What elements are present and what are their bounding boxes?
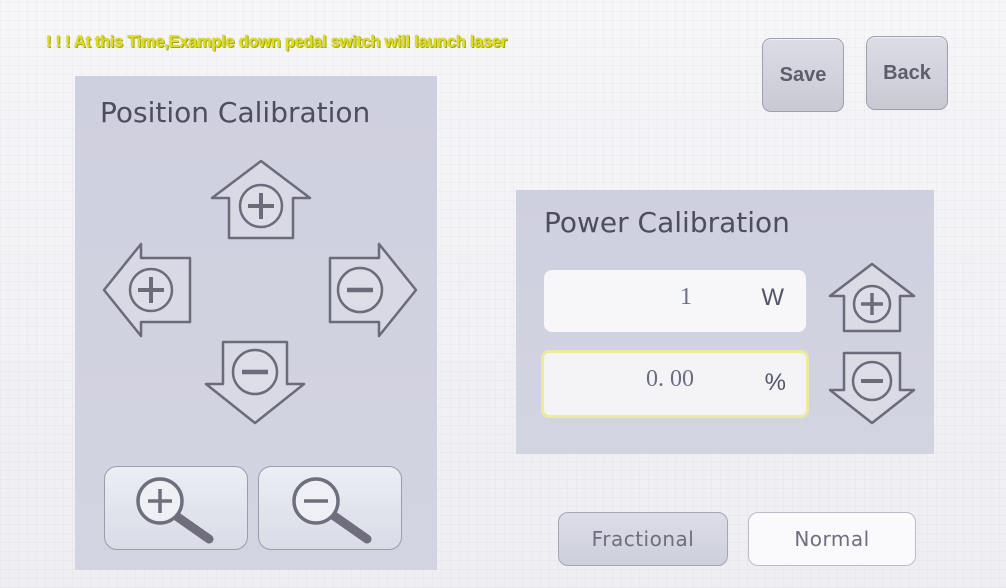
power-increase-arrow-icon[interactable] bbox=[828, 262, 916, 334]
position-calibration-title: Position Calibration bbox=[100, 96, 371, 129]
back-button-label: Back bbox=[883, 61, 931, 84]
laser-warning-text: ! ! ! At this Time,Example down pedal sw… bbox=[46, 33, 507, 51]
up-plus-arrow-icon[interactable] bbox=[209, 158, 313, 242]
down-minus-arrow-icon[interactable] bbox=[203, 338, 307, 426]
zoom-in-button[interactable] bbox=[104, 466, 248, 550]
power-percent-field[interactable]: 0. 00 % bbox=[541, 350, 809, 418]
power-percent-value: 0. 00 bbox=[646, 366, 694, 392]
power-watt-unit: W bbox=[761, 284, 784, 311]
zoom-out-icon bbox=[292, 477, 372, 544]
back-button[interactable]: Back bbox=[866, 36, 948, 110]
save-button[interactable]: Save bbox=[762, 38, 844, 112]
touch-screen: ! ! ! At this Time,Example down pedal sw… bbox=[0, 0, 1006, 588]
power-percent-unit: % bbox=[764, 369, 786, 396]
save-button-label: Save bbox=[779, 63, 827, 86]
normal-mode-label: Normal bbox=[794, 527, 870, 551]
zoom-out-button[interactable] bbox=[258, 466, 402, 550]
right-minus-arrow-icon[interactable] bbox=[325, 241, 419, 339]
power-calibration-title: Power Calibration bbox=[544, 206, 790, 239]
power-watt-value: 1 bbox=[680, 284, 692, 310]
zoom-in-icon bbox=[136, 477, 214, 544]
normal-mode-button[interactable]: Normal bbox=[748, 512, 916, 566]
fractional-mode-button[interactable]: Fractional bbox=[558, 512, 728, 566]
power-watt-field[interactable]: 1 W bbox=[544, 270, 806, 332]
left-plus-arrow-icon[interactable] bbox=[101, 241, 195, 339]
fractional-mode-label: Fractional bbox=[591, 527, 695, 551]
power-decrease-arrow-icon[interactable] bbox=[828, 350, 916, 426]
